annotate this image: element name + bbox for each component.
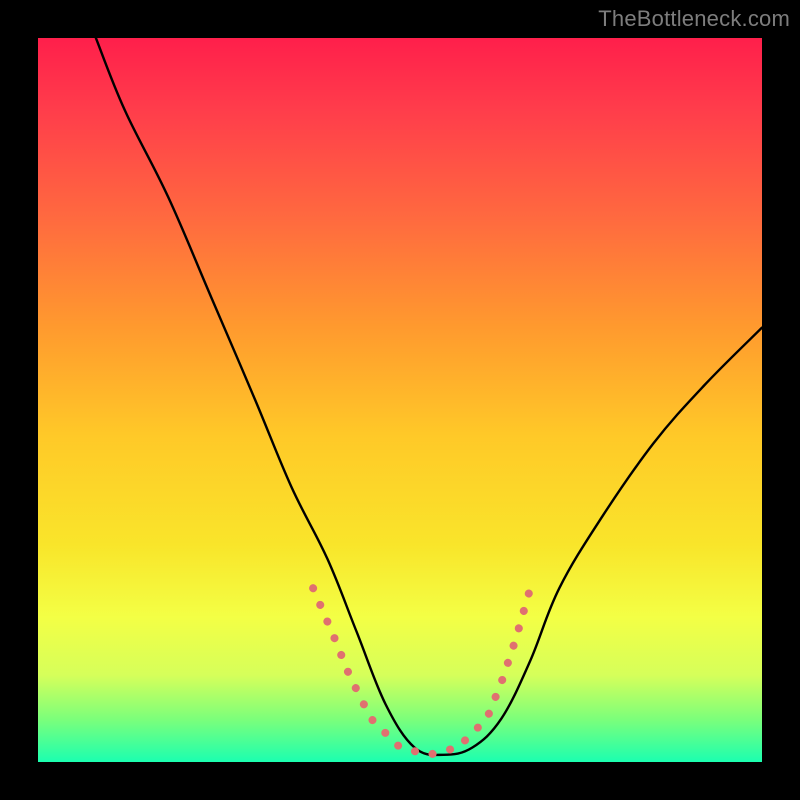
chart-curve xyxy=(96,38,762,755)
chart-plot-area xyxy=(38,38,762,762)
chart-dots xyxy=(313,588,530,755)
chart-dots-path xyxy=(313,588,530,755)
watermark-text: TheBottleneck.com xyxy=(598,6,790,32)
chart-frame: TheBottleneck.com xyxy=(0,0,800,800)
chart-svg xyxy=(38,38,762,762)
